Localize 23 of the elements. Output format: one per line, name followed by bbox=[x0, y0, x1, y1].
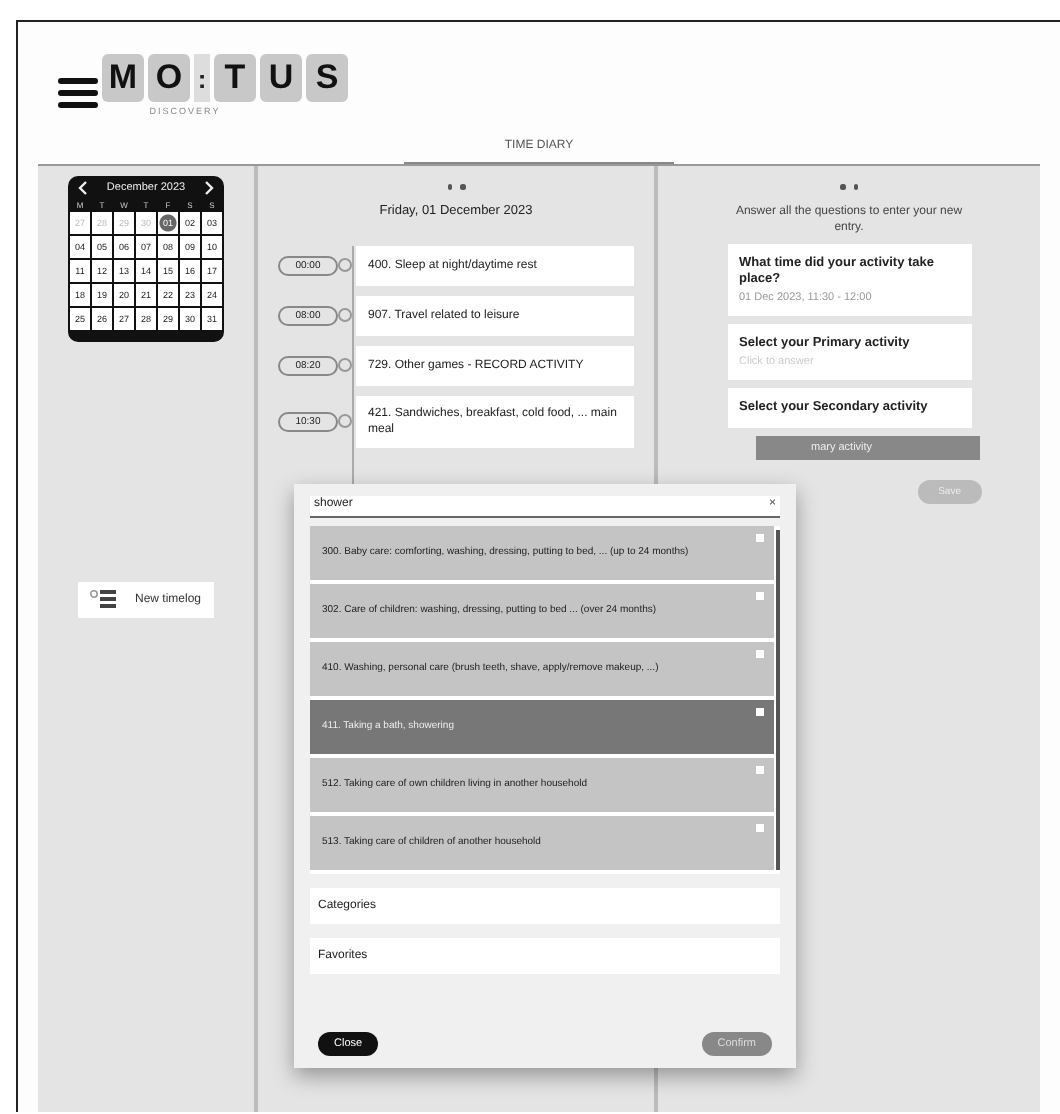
checkbox-icon[interactable] bbox=[756, 766, 764, 774]
menu-icon[interactable] bbox=[58, 76, 98, 108]
checkbox-icon[interactable] bbox=[756, 534, 764, 542]
timeline-node-icon bbox=[338, 414, 352, 428]
list-icon bbox=[90, 588, 119, 612]
previous-month-icon[interactable] bbox=[78, 180, 88, 196]
logo-letter: T bbox=[214, 54, 256, 102]
timeline-node-icon bbox=[338, 358, 352, 372]
logo-separator: : bbox=[194, 54, 210, 102]
checkbox-icon[interactable] bbox=[756, 708, 764, 716]
pager-dots-icon bbox=[838, 182, 860, 191]
timeline-node-icon bbox=[338, 308, 352, 322]
logo-letter: U bbox=[260, 54, 302, 102]
logo-letter: M bbox=[102, 54, 144, 102]
pager-dots-icon bbox=[445, 182, 467, 191]
checkbox-icon[interactable] bbox=[756, 650, 764, 658]
timeline-node-icon bbox=[338, 258, 352, 272]
scrollbar[interactable] bbox=[776, 530, 780, 870]
checkbox-icon[interactable] bbox=[756, 824, 764, 832]
next-month-icon[interactable] bbox=[203, 180, 214, 196]
checkbox-icon[interactable] bbox=[756, 592, 764, 600]
logo-letter: S bbox=[306, 54, 348, 102]
logo-letter: O bbox=[148, 54, 190, 102]
